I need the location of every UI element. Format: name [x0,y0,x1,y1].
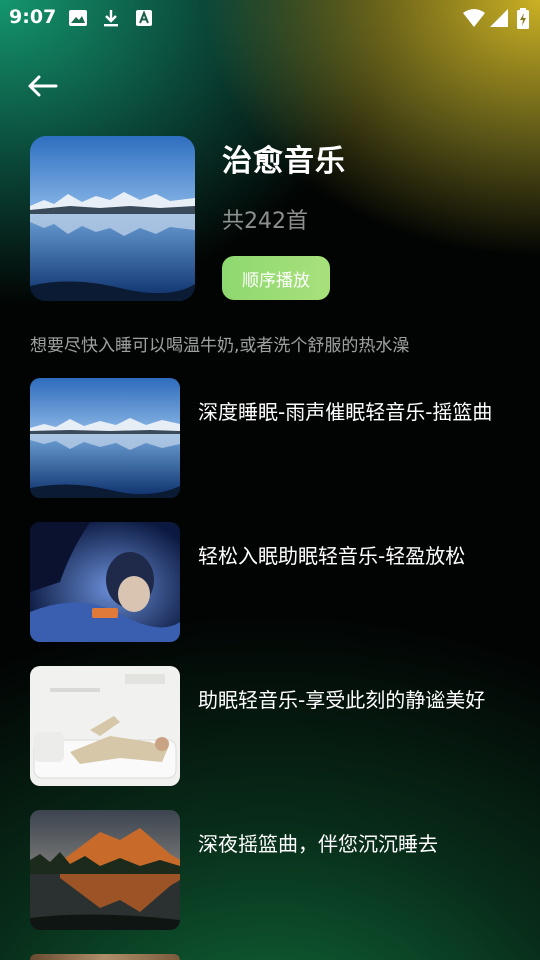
playlist-description: 想要尽快入睡可以喝温牛奶,或者洗个舒服的热水澡 [30,336,410,356]
song-list-item[interactable]: 深夜摇篮曲，伴您沉沉睡去 [30,810,510,930]
back-button[interactable] [24,68,60,104]
image-icon [68,8,88,28]
song-title: 轻松入眠助眠轻音乐-轻盈放松 [198,544,466,568]
status-bar: 9:07 [0,0,540,36]
download-icon [101,8,121,28]
song-thumbnail [30,810,180,930]
song-list-item[interactable]: 助眠轻音乐-享受此刻的静谧美好 [30,666,510,786]
song-list-item[interactable]: 轻松入眠助眠轻音乐-轻盈放松 [30,522,510,642]
song-count: 共242首 [222,209,308,234]
playlist-title: 治愈音乐 [222,144,346,179]
sequential-play-button[interactable]: 顺序播放 [222,256,330,300]
song-title: 深度睡眠-雨声催眠轻音乐-摇篮曲 [198,400,493,424]
song-title: 深夜摇篮曲，伴您沉沉睡去 [198,832,438,856]
song-list-item[interactable]: 深度睡眠-雨声催眠轻音乐-摇篮曲 [30,378,510,498]
song-thumbnail [30,522,180,642]
signal-icon [489,8,509,28]
playlist-cover-image [30,136,195,301]
wifi-icon [462,8,486,28]
song-title: 助眠轻音乐-享受此刻的静谧美好 [198,688,486,712]
keyboard-a-icon [134,8,154,28]
song-thumbnail [30,378,180,498]
song-thumbnail [30,954,180,960]
arrow-left-icon [26,74,58,98]
song-thumbnail [30,666,180,786]
battery-charging-icon [516,8,530,29]
status-time: 9:07 [9,6,57,28]
song-list-item-partial[interactable] [30,954,510,960]
